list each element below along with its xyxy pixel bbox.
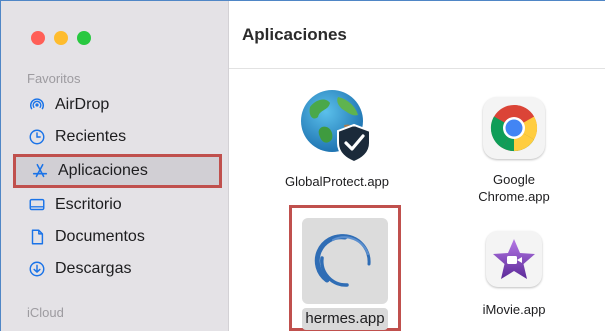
titlebar: Aplicaciones	[229, 1, 605, 69]
favorites-section-label: Favoritos	[27, 71, 81, 86]
app-hermes[interactable]: hermes.app	[289, 205, 401, 331]
sidebar-item-label: Escritorio	[55, 196, 122, 213]
airdrop-icon	[27, 95, 47, 115]
app-globalprotect[interactable]: GlobalProtect.app	[277, 87, 397, 190]
icloud-section-label: iCloud	[27, 305, 64, 320]
sidebar: Favoritos AirDrop Recientes Aplicaciones	[1, 1, 229, 331]
imovie-icon	[493, 239, 535, 279]
download-icon	[27, 259, 47, 279]
finder-window: Favoritos AirDrop Recientes Aplicaciones	[0, 0, 605, 331]
close-button[interactable]	[31, 31, 45, 45]
app-imovie[interactable]: iMovie.app	[469, 227, 559, 318]
sidebar-item-airdrop[interactable]: AirDrop	[27, 92, 109, 118]
applications-icon	[30, 161, 50, 181]
document-icon	[27, 227, 47, 247]
desktop-icon	[27, 195, 47, 215]
hermes-icon	[314, 234, 371, 287]
minimize-button[interactable]	[54, 31, 68, 45]
app-name: hermes.app	[302, 308, 388, 330]
main-content: Aplicaciones GlobalProtect.app Google Ch…	[229, 1, 605, 331]
chrome-icon	[490, 104, 538, 152]
app-name-line1: Google	[493, 172, 535, 187]
app-name: iMovie.app	[482, 302, 546, 317]
app-name-line2: Chrome.app	[478, 189, 550, 204]
imovie-icon-tile	[486, 231, 542, 287]
sidebar-item-descargas[interactable]: Descargas	[27, 256, 131, 282]
app-google-chrome[interactable]: Google Chrome.app	[459, 87, 569, 205]
sidebar-item-escritorio[interactable]: Escritorio	[27, 192, 122, 218]
clock-icon	[27, 127, 47, 147]
globalprotect-icon	[301, 90, 371, 164]
sidebar-item-label: Aplicaciones	[58, 162, 148, 179]
app-name: GlobalProtect.app	[284, 174, 390, 189]
sidebar-item-label: Documentos	[55, 228, 145, 245]
sidebar-item-recientes[interactable]: Recientes	[27, 124, 126, 150]
hermes-icon-tile	[302, 218, 388, 304]
sidebar-item-documentos[interactable]: Documentos	[27, 224, 145, 250]
chrome-icon-tile	[483, 97, 545, 159]
sidebar-item-aplicaciones[interactable]: Aplicaciones	[13, 154, 222, 188]
sidebar-item-label: Recientes	[55, 128, 127, 145]
sidebar-item-label: Descargas	[55, 260, 132, 277]
sidebar-item-label: AirDrop	[55, 96, 110, 113]
window-controls	[31, 31, 91, 45]
page-title: Aplicaciones	[242, 24, 347, 44]
zoom-button[interactable]	[77, 31, 91, 45]
